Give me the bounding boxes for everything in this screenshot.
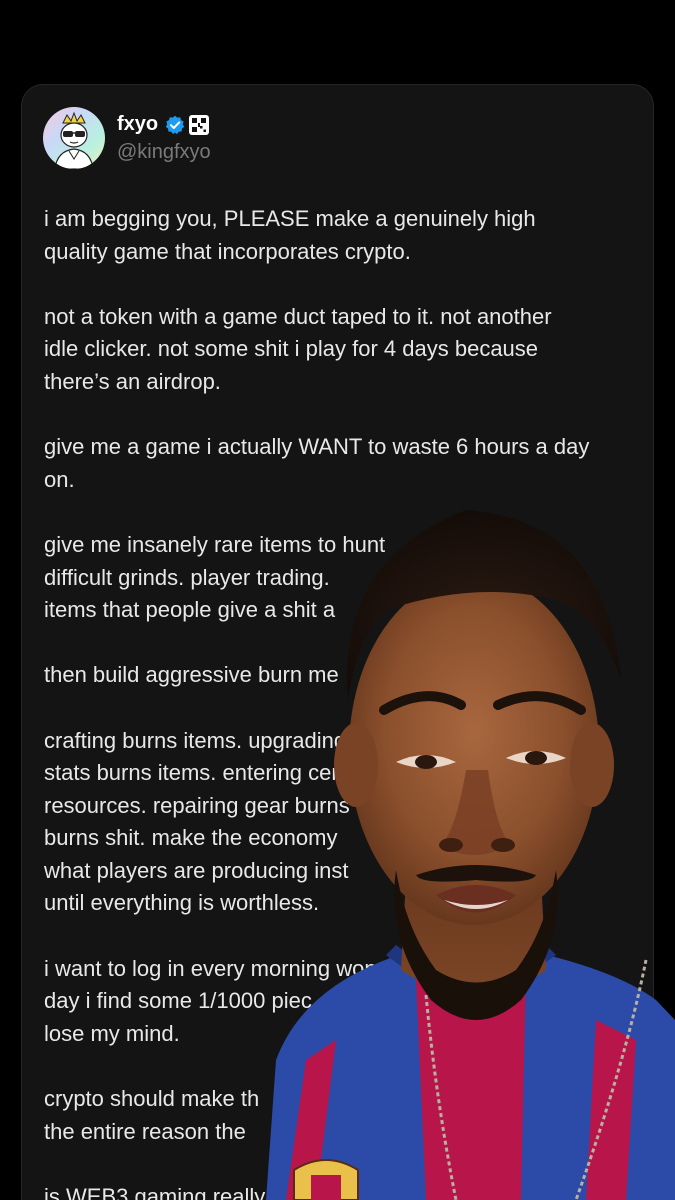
person-webcam-overlay [266,510,675,1200]
verified-badge-icon [165,115,185,135]
tweet-paragraph: give me a game i actually WANT to waste … [44,434,590,492]
author-display-name[interactable]: fxyo [117,113,158,135]
screenshot-stage: fxyo @kingfxyo i am begging you, PLEASE … [0,0,675,1200]
author-handle[interactable]: @kingfxyo [117,141,211,163]
tweet-paragraph: i am begging you, PLEASE make a genuinel… [44,206,536,264]
avatar-illustration [54,111,94,169]
author-avatar[interactable] [43,107,105,169]
affiliate-badge-icon [189,115,209,135]
tweet-paragraph: not a token with a game duct taped to it… [44,303,552,394]
